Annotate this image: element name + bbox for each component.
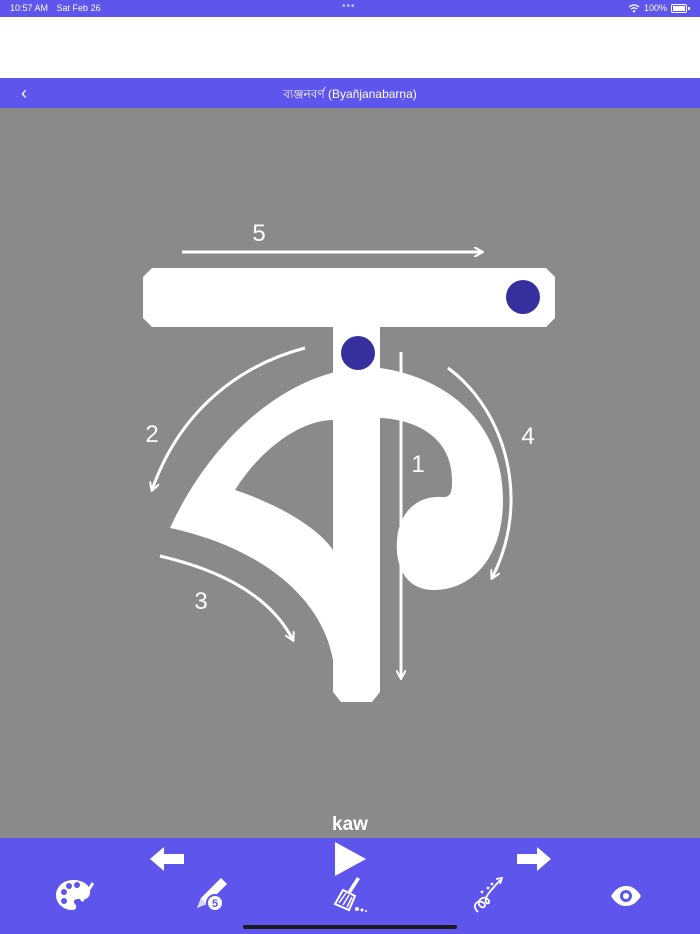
letter-ka-glyph: 1 2 3 4 5 <box>143 220 555 702</box>
status-left: 10:57 AM Sat Feb 26 <box>10 3 101 13</box>
pencil-stroke-count: 5 <box>212 898 218 910</box>
banner-area <box>0 17 700 78</box>
battery-icon <box>671 3 687 13</box>
letter-right-loop <box>380 368 503 590</box>
stroke-number-4: 4 <box>521 423 534 450</box>
eye-icon[interactable] <box>610 886 642 906</box>
palette-icon[interactable] <box>56 878 94 912</box>
stroke-number-2: 2 <box>145 421 158 448</box>
trace-path-icon[interactable] <box>470 876 506 914</box>
letter-top-bar <box>143 268 555 327</box>
bottom-toolbar: 5 <box>0 838 700 934</box>
battery-percent: 100% <box>643 3 667 13</box>
home-indicator <box>243 925 457 929</box>
wifi-icon <box>628 3 640 12</box>
stroke-number-3: 3 <box>194 588 207 615</box>
status-bar: 10:57 AM Sat Feb 26 ••• 100% <box>0 0 700 17</box>
stroke-number-5: 5 <box>252 220 265 247</box>
stroke-start-dot[interactable] <box>506 280 540 314</box>
stroke-start-dot[interactable] <box>341 336 375 370</box>
broom-icon[interactable] <box>333 876 369 914</box>
stroke-number-1: 1 <box>411 451 424 478</box>
arrow-left-icon[interactable] <box>150 846 186 872</box>
status-right: 100% <box>628 3 690 13</box>
tracing-canvas[interactable]: 1 2 3 4 5 <box>0 108 700 838</box>
navigation-bar: ‹ ব্যঞ্জনবর্ণ (Byañjanabarṇa) <box>0 78 700 108</box>
letter-pronunciation: kaw <box>332 814 368 835</box>
multitask-dots[interactable]: ••• <box>342 1 356 12</box>
play-icon[interactable] <box>333 841 367 877</box>
pencil-icon[interactable]: 5 <box>193 876 231 914</box>
page-title: ব্যঞ্জনবর্ণ (Byañjanabarṇa) <box>283 87 417 101</box>
arrow-right-icon[interactable] <box>515 846 551 872</box>
status-time: 10:57 AM <box>10 3 49 13</box>
status-date: Sat Feb 26 <box>56 3 101 13</box>
battery-tip <box>688 6 690 10</box>
